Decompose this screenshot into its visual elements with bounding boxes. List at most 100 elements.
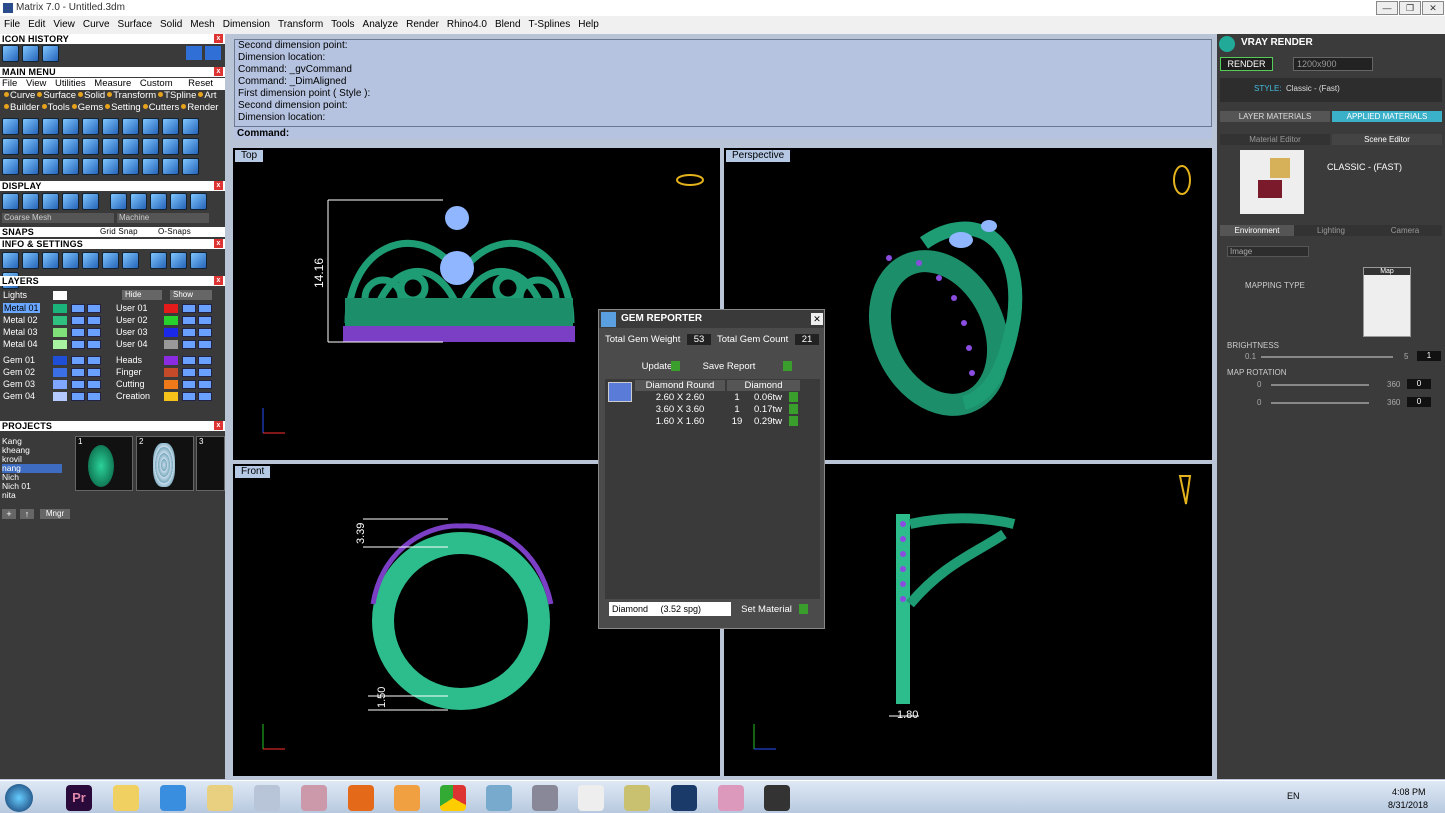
set-material-button[interactable]: Set Material bbox=[739, 604, 794, 615]
menu-blend[interactable]: Blend bbox=[491, 16, 525, 34]
grid-snap-toggle[interactable]: Grid Snap bbox=[100, 227, 138, 237]
layer-gem-02[interactable]: Gem 02 bbox=[3, 367, 108, 378]
mm-cutters[interactable]: Cutters bbox=[149, 102, 180, 113]
snipping-taskbar-icon[interactable] bbox=[301, 785, 327, 811]
mm-custom[interactable]: Custom bbox=[140, 78, 173, 89]
menu-edit[interactable]: Edit bbox=[24, 16, 49, 34]
map-preview[interactable]: Map bbox=[1363, 267, 1411, 337]
history-back-icon[interactable] bbox=[186, 46, 202, 60]
history-forward-icon[interactable] bbox=[205, 46, 221, 60]
menu-rhino[interactable]: Rhino4.0 bbox=[443, 16, 491, 34]
layer-heads[interactable]: Heads bbox=[116, 355, 221, 366]
close-icon[interactable]: x bbox=[214, 239, 223, 248]
layer-gem-01[interactable]: Gem 01 bbox=[3, 355, 108, 366]
camera-tab[interactable]: Camera bbox=[1368, 225, 1442, 236]
maximize-button[interactable]: ❐ bbox=[1399, 1, 1421, 15]
mesh-mode-select[interactable]: Coarse Mesh bbox=[2, 213, 114, 223]
project-thumb-1[interactable]: 1 bbox=[75, 436, 133, 491]
material-editor-tab[interactable]: Material Editor bbox=[1220, 134, 1330, 145]
firefox-taskbar-icon[interactable] bbox=[348, 785, 374, 811]
rotation2-slider[interactable] bbox=[1271, 402, 1369, 404]
close-icon[interactable]: x bbox=[214, 276, 223, 285]
save-report-button[interactable]: Save Report bbox=[701, 361, 757, 372]
close-icon[interactable]: ✕ bbox=[811, 313, 823, 325]
rotation1-slider[interactable] bbox=[1271, 384, 1369, 386]
brightness-value[interactable]: 1 bbox=[1417, 351, 1441, 361]
o-snaps-toggle[interactable]: O-Snaps bbox=[158, 227, 191, 237]
material-select[interactable]: Diamond (3.52 spg) bbox=[609, 602, 731, 616]
layer-cutting[interactable]: Cutting bbox=[116, 379, 221, 390]
media-taskbar-icon[interactable] bbox=[394, 785, 420, 811]
mm-file[interactable]: File bbox=[2, 78, 17, 89]
add-project-button[interactable]: + bbox=[2, 509, 16, 519]
menu-dimension[interactable]: Dimension bbox=[219, 16, 274, 34]
layer-metal-02[interactable]: Metal 02 bbox=[3, 315, 108, 326]
layer-materials-tab[interactable]: LAYER MATERIALS bbox=[1220, 111, 1330, 122]
mm-measure[interactable]: Measure bbox=[94, 78, 131, 89]
zbrush-taskbar-icon[interactable] bbox=[578, 785, 604, 811]
menu-tsplines[interactable]: T-Splines bbox=[525, 16, 575, 34]
render-icon[interactable] bbox=[42, 45, 59, 62]
menu-help[interactable]: Help bbox=[574, 16, 603, 34]
save-arrow-icon[interactable] bbox=[783, 361, 792, 371]
menu-mesh[interactable]: Mesh bbox=[186, 16, 218, 34]
mm-tspline[interactable]: TSpline bbox=[164, 90, 196, 101]
minimize-button[interactable]: — bbox=[1376, 1, 1398, 15]
scene-editor-tab[interactable]: Scene Editor bbox=[1332, 134, 1442, 145]
layer-metal-04[interactable]: Metal 04 bbox=[3, 339, 108, 350]
layer-metal-01[interactable]: Metal 01 bbox=[3, 303, 108, 314]
hide-button[interactable]: Hide bbox=[122, 290, 162, 300]
layer-gem-03[interactable]: Gem 03 bbox=[3, 379, 108, 390]
notes-taskbar-icon[interactable] bbox=[624, 785, 650, 811]
menu-transform[interactable]: Transform bbox=[274, 16, 327, 34]
language-indicator[interactable]: EN bbox=[1287, 791, 1300, 801]
rhino-taskbar-icon[interactable] bbox=[764, 785, 790, 811]
layer-gem-04[interactable]: Gem 04 bbox=[3, 391, 108, 402]
project-thumb-2[interactable]: 2 bbox=[136, 436, 194, 491]
show-button[interactable]: Show bbox=[170, 290, 212, 300]
mm-render[interactable]: Render bbox=[187, 102, 218, 113]
menu-tools[interactable]: Tools bbox=[327, 16, 358, 34]
applied-materials-tab[interactable]: APPLIED MATERIALS bbox=[1332, 111, 1442, 122]
mm-curve[interactable]: Curve bbox=[10, 90, 35, 101]
rotation2-value[interactable]: 0 bbox=[1407, 397, 1431, 407]
gem-row-1-arrow-icon[interactable] bbox=[789, 392, 798, 402]
mm-setting[interactable]: Setting bbox=[111, 102, 141, 113]
manager-button[interactable]: Mngr bbox=[40, 509, 70, 519]
close-icon[interactable]: x bbox=[214, 67, 223, 76]
up-project-button[interactable]: ↑ bbox=[20, 509, 34, 519]
set-material-arrow-icon[interactable] bbox=[799, 604, 808, 614]
render-button[interactable]: RENDER bbox=[1220, 57, 1273, 71]
viewport-front-label[interactable]: Front bbox=[235, 466, 271, 478]
matrix-taskbar-icon[interactable] bbox=[671, 785, 697, 811]
close-button[interactable]: ✕ bbox=[1422, 1, 1444, 15]
menu-file[interactable]: File bbox=[0, 16, 24, 34]
mm-builder[interactable]: Builder bbox=[10, 102, 40, 113]
machine-select[interactable]: Machine bbox=[117, 213, 209, 223]
environment-tab[interactable]: Environment bbox=[1220, 225, 1294, 236]
menu-render[interactable]: Render bbox=[402, 16, 443, 34]
project-thumb-3[interactable]: 3 bbox=[196, 436, 225, 491]
rotation1-value[interactable]: 0 bbox=[1407, 379, 1431, 389]
mm-view[interactable]: View bbox=[26, 78, 46, 89]
resolution-select[interactable]: 1200x900 bbox=[1293, 57, 1373, 71]
mm-tools[interactable]: Tools bbox=[48, 102, 70, 113]
mm-gems[interactable]: Gems bbox=[78, 102, 103, 113]
folder-taskbar-icon[interactable] bbox=[113, 785, 139, 811]
explorer-taskbar-icon[interactable] bbox=[207, 785, 233, 811]
menu-curve[interactable]: Curve bbox=[79, 16, 114, 34]
clock-date[interactable]: 8/31/2018 bbox=[1388, 800, 1428, 810]
close-icon[interactable]: x bbox=[214, 181, 223, 190]
brightness-slider[interactable] bbox=[1261, 356, 1393, 358]
paint-taskbar-icon[interactable] bbox=[718, 785, 744, 811]
ie-taskbar-icon[interactable] bbox=[160, 785, 186, 811]
app-taskbar-icon[interactable] bbox=[486, 785, 512, 811]
environment-type-select[interactable]: Image bbox=[1227, 246, 1309, 257]
gem-row-2-arrow-icon[interactable] bbox=[789, 404, 798, 414]
clock-time[interactable]: 4:08 PM bbox=[1392, 787, 1426, 797]
gem-row-3-arrow-icon[interactable] bbox=[789, 416, 798, 426]
calculator-taskbar-icon[interactable] bbox=[254, 785, 280, 811]
tool-taskbar-icon[interactable] bbox=[532, 785, 558, 811]
lighting-tab[interactable]: Lighting bbox=[1294, 225, 1368, 236]
style-value[interactable]: Classic - (Fast) bbox=[1286, 84, 1340, 93]
